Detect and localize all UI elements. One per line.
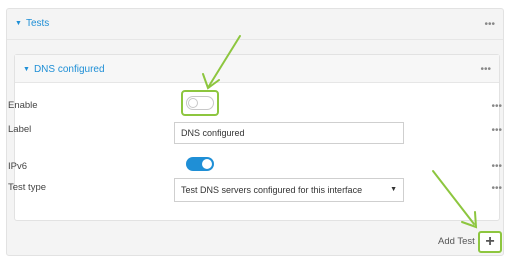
annotation-arrows	[202, 35, 478, 229]
arrow-to-add-line	[432, 170, 475, 225]
arrow-to-enable-line	[208, 35, 241, 87]
